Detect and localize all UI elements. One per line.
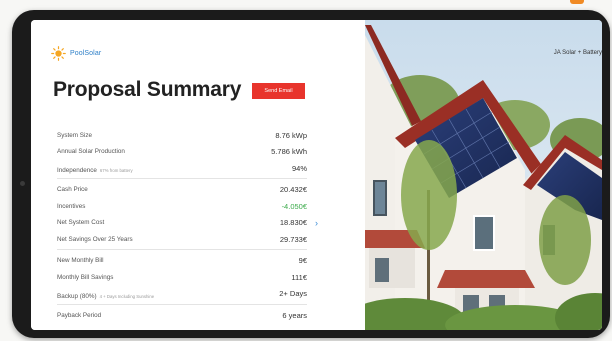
summary-list: System Size 8.76 kWp Annual Solar Produc…	[57, 127, 318, 324]
row-value: -4.050€	[281, 201, 307, 211]
row-label: Payback Period	[57, 311, 102, 319]
row-value: 5.786 kWh	[271, 147, 307, 157]
section-divider	[57, 178, 307, 179]
row-value: 94%	[291, 163, 307, 173]
row-value: 29.733€	[279, 234, 307, 244]
section-divider	[57, 303, 307, 305]
row-label: Annual Solar Production	[57, 148, 125, 156]
brand-logo: PoolSolar	[51, 46, 101, 61]
house-illustration	[365, 20, 602, 330]
send-email-button[interactable]: Send Email	[252, 83, 305, 99]
row-value: 8.76 kWp	[275, 130, 307, 140]
scene: PoolSolar Proposal Summary Send Email Sy…	[0, 0, 612, 341]
row-payback-period: Payback Period 6 years	[57, 307, 307, 324]
row-net-system-cost[interactable]: Net System Cost 18.830€ ›	[57, 215, 318, 232]
row-value: 111€	[291, 272, 307, 282]
row-backup: Backup (80%) 4 + Days Including Sunshine …	[57, 286, 307, 303]
row-monthly-bill-savings: Monthly Bill Savings 111€	[57, 269, 307, 286]
row-cash-price: Cash Price 20.432€	[57, 182, 307, 199]
row-label: Net System Cost	[57, 219, 105, 227]
tablet-frame: PoolSolar Proposal Summary Send Email Sy…	[12, 10, 610, 338]
row-label-group: Independence 67% from battery	[57, 159, 133, 177]
brand-name: PoolSolar	[70, 50, 102, 57]
row-value: 20.432€	[279, 185, 307, 195]
photo-caption: JA Solar + Battery	[553, 50, 602, 56]
tablet-screen: PoolSolar Proposal Summary Send Email Sy…	[31, 20, 602, 330]
row-new-monthly-bill: New Monthly Bill 9€	[57, 253, 307, 270]
row-label: Cash Price	[57, 186, 88, 194]
row-system-size: System Size 8.76 kWp	[57, 127, 307, 144]
accent-mark	[570, 0, 584, 4]
section-divider	[57, 249, 307, 250]
row-value: 6 years	[282, 310, 307, 320]
row-label: Net Savings Over 25 Years	[57, 235, 133, 243]
row-label: Monthly Bill Savings	[57, 273, 114, 281]
chevron-right-icon[interactable]: ›	[315, 218, 318, 228]
row-net-savings: Net Savings Over 25 Years 29.733€	[57, 231, 307, 248]
row-value: 18.830€	[279, 218, 307, 228]
page-title: Proposal Summary	[53, 78, 242, 101]
row-note: 4 + Days Including Sunshine	[99, 293, 155, 299]
row-value: 2+ Days	[279, 289, 307, 299]
row-label: Independence	[57, 167, 97, 175]
row-label: New Monthly Bill	[57, 257, 104, 265]
sun-logo-icon	[51, 46, 66, 61]
proposal-panel: PoolSolar Proposal Summary Send Email Sy…	[31, 20, 365, 330]
camera-dot	[20, 181, 25, 186]
house-photo: JA Solar + Battery	[365, 20, 602, 330]
row-value: 9€	[298, 256, 307, 266]
row-note: 67% from battery	[99, 168, 133, 174]
row-label: System Size	[57, 131, 92, 139]
row-annual-production: Annual Solar Production 5.786 kWh	[57, 144, 307, 161]
row-label-group: Backup (80%) 4 + Days Including Sunshine	[57, 285, 154, 303]
row-incentives: Incentives -4.050€	[57, 198, 307, 215]
row-label: Backup (80%)	[57, 292, 97, 300]
row-label: Incentives	[57, 202, 86, 210]
row-independence: Independence 67% from battery 94%	[57, 160, 307, 177]
